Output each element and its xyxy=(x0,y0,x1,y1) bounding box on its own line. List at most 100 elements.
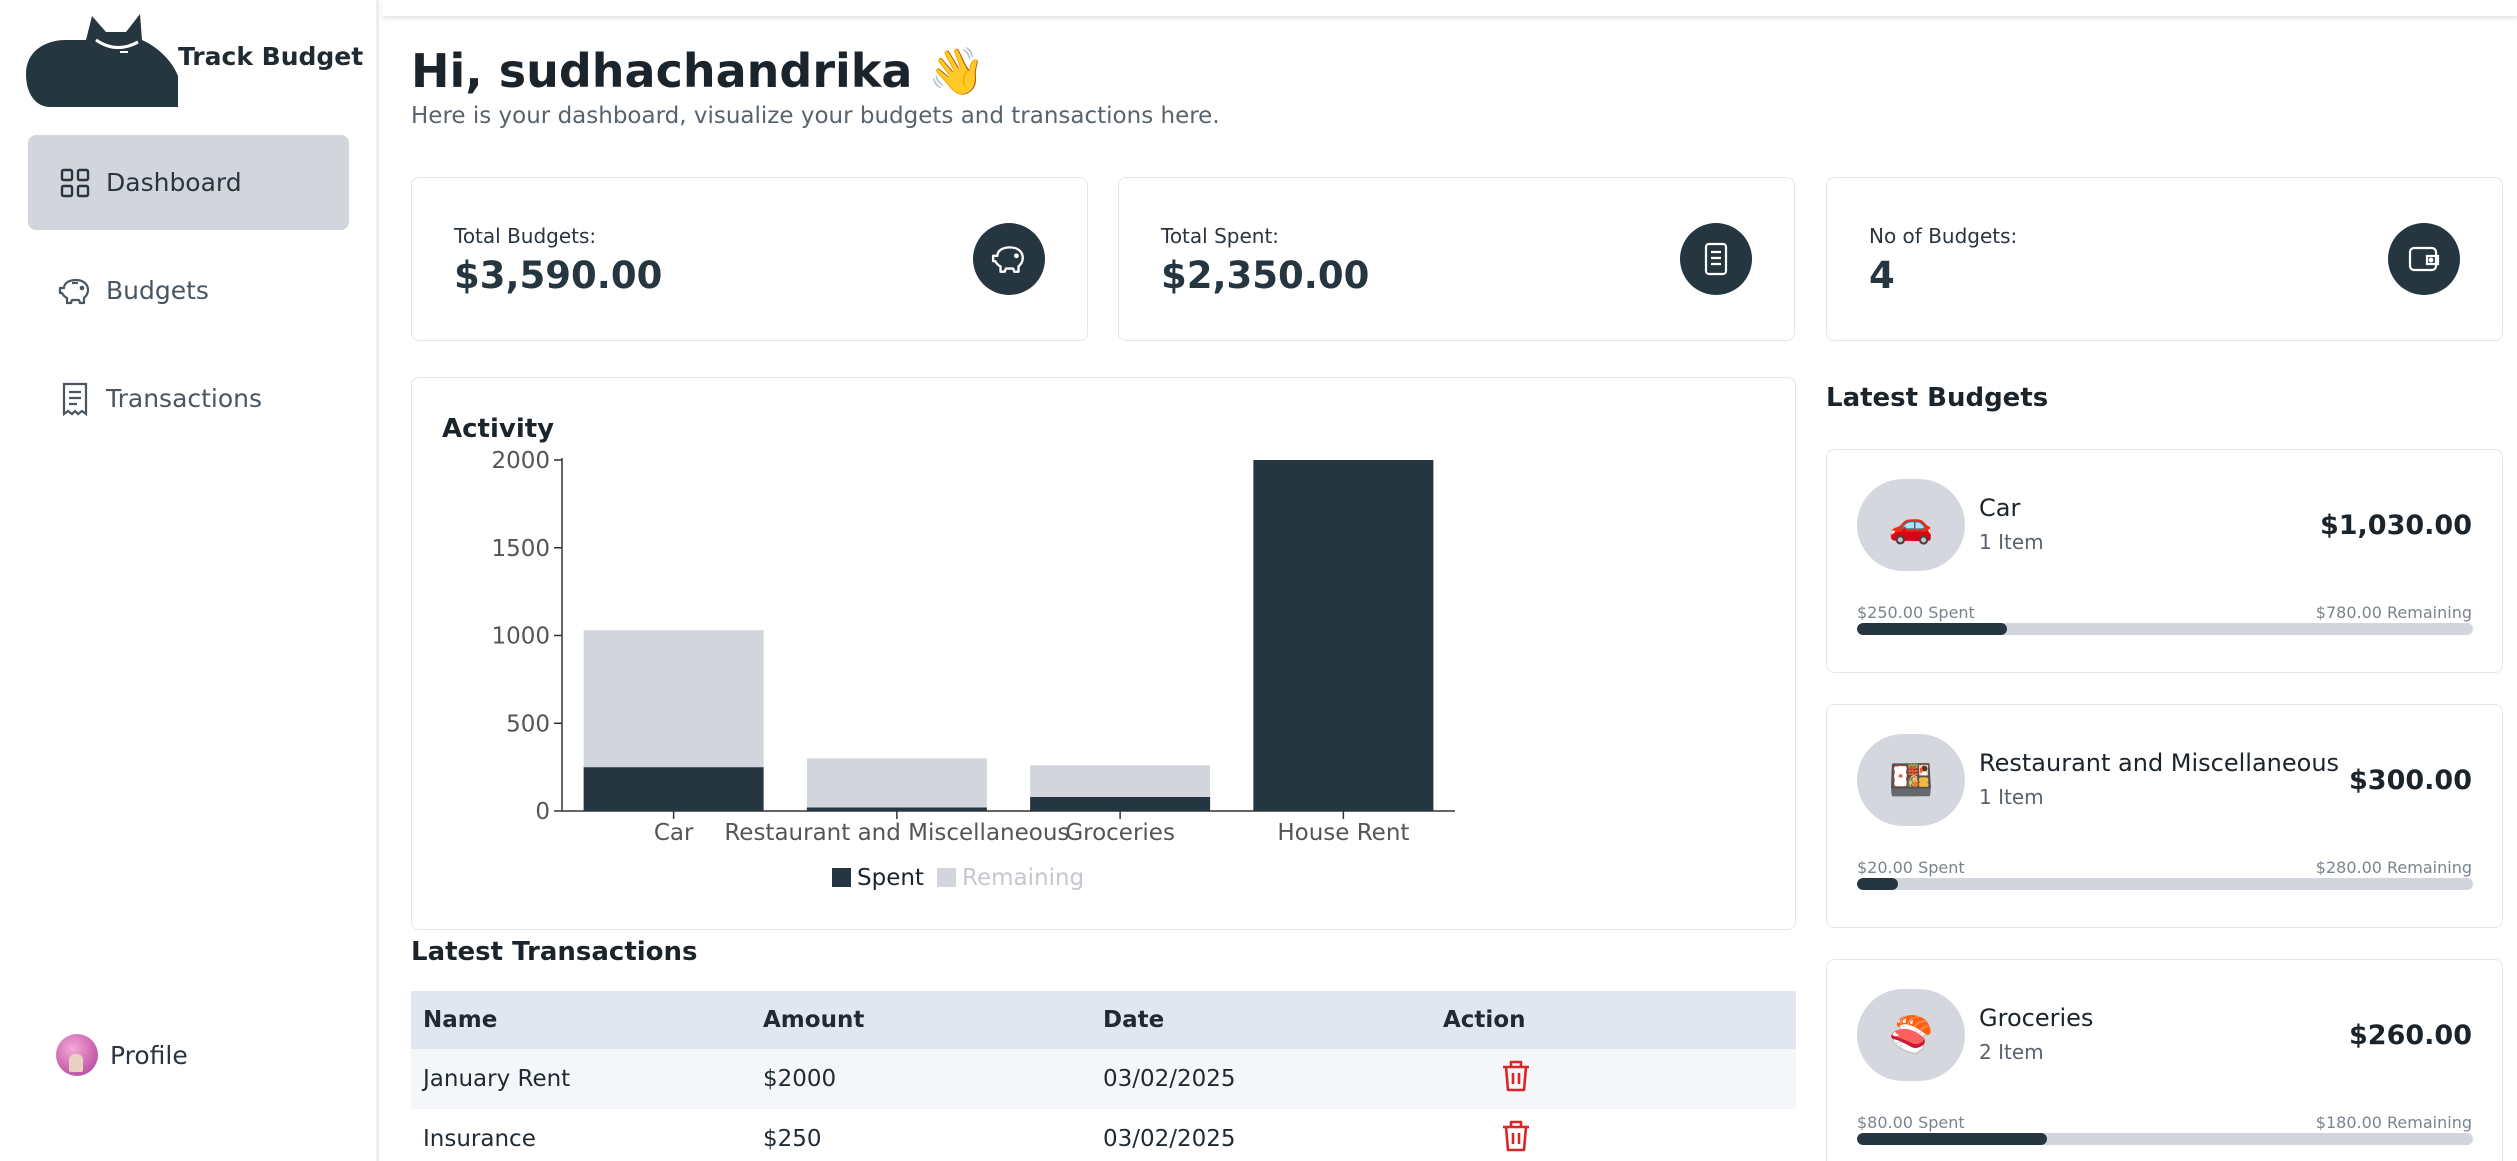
x-tick-label: Groceries xyxy=(1065,820,1175,846)
budget-progress-bar xyxy=(1857,878,2473,890)
dashboard-grid-icon xyxy=(58,166,92,200)
sushi-icon: 🍣 xyxy=(1857,989,1965,1081)
brand[interactable]: Track Budget xyxy=(26,12,366,107)
tx-name: January Rent xyxy=(411,1049,751,1109)
column-header: Action xyxy=(1431,991,1796,1049)
budget-remaining: $780.00 Remaining xyxy=(2315,603,2472,622)
budget-remaining: $280.00 Remaining xyxy=(2315,858,2472,877)
y-tick-label: 1500 xyxy=(491,536,550,562)
stat-value: 4 xyxy=(1869,254,1895,297)
y-tick-label: 0 xyxy=(535,799,550,825)
sidebar-item-label: Dashboard xyxy=(106,168,242,197)
activity-chart: 0 500 1000 1500 2000 Car Restaurant and Miscel… xyxy=(491,448,1455,891)
top-bar xyxy=(382,0,2517,16)
x-tick-label: House Rent xyxy=(1277,820,1409,846)
budget-card-groceries[interactable]: 🍣 Groceries 2 Item $260.00 $80.00 Spent … xyxy=(1826,959,2503,1161)
tx-action xyxy=(1431,1109,1796,1161)
x-tick-label: Car xyxy=(654,820,694,846)
budget-item-count: 1 Item xyxy=(1979,785,2044,809)
receipt-icon xyxy=(1680,223,1752,295)
table-row: January Rent $2000 03/02/2025 xyxy=(411,1049,1796,1109)
stat-card-no-of-budgets: No of Budgets: 4 xyxy=(1826,177,2503,341)
sidebar-item-label: Transactions xyxy=(106,384,263,413)
budget-amount: $300.00 xyxy=(2349,765,2472,796)
budget-spent: $80.00 Spent xyxy=(1857,1113,1965,1132)
bar-remaining xyxy=(806,758,987,808)
stat-label: Total Budgets: xyxy=(454,224,597,248)
cat-logo-icon xyxy=(26,14,178,107)
budget-progress-fill xyxy=(1857,623,2007,635)
bar-spent xyxy=(806,807,987,811)
budget-progress-bar xyxy=(1857,623,2473,635)
wallet-icon xyxy=(2388,223,2460,295)
table-row: Insurance $250 03/02/2025 xyxy=(411,1109,1796,1161)
column-header: Date xyxy=(1091,991,1431,1049)
bar-remaining xyxy=(1030,765,1211,797)
delete-trash-icon[interactable] xyxy=(1501,1059,1531,1099)
tx-name: Insurance xyxy=(423,1126,536,1152)
x-tick-label: Restaurant and Miscellaneous xyxy=(724,820,1069,846)
profile-label: Profile xyxy=(110,1040,188,1070)
tx-amount: $2000 xyxy=(751,1049,1091,1109)
tx-action xyxy=(1431,1049,1796,1109)
piggy-bank-icon xyxy=(973,223,1045,295)
budget-progress-bar xyxy=(1857,1133,2473,1145)
tx-date: 03/02/2025 xyxy=(1091,1049,1431,1109)
stat-value: $2,350.00 xyxy=(1161,254,1370,297)
stat-label: No of Budgets: xyxy=(1869,224,2018,248)
tx-date: 03/02/2025 xyxy=(1103,1126,1236,1152)
transactions-title: Latest Transactions xyxy=(411,937,698,967)
transactions-table: Name Amount Date Action January Rent $20… xyxy=(411,991,1796,1161)
page-subtitle: Here is your dashboard, visualize your b… xyxy=(411,103,1220,129)
budget-spent: $20.00 Spent xyxy=(1857,858,1965,877)
budget-item-count: 2 Item xyxy=(1979,1040,2044,1064)
sidebar-item-budgets[interactable]: Budgets xyxy=(28,243,349,338)
budget-card-car[interactable]: 🚗 Car 1 Item $1,030.00 $250.00 Spent $78… xyxy=(1826,449,2503,673)
budget-progress-fill xyxy=(1857,1133,2047,1145)
car-icon: 🚗 xyxy=(1857,479,1965,571)
sidebar-item-dashboard[interactable]: Dashboard xyxy=(28,135,349,230)
bento-box-icon: 🍱 xyxy=(1857,734,1965,826)
y-tick-label: 1000 xyxy=(491,624,550,650)
column-header: Name xyxy=(411,991,751,1049)
legend-swatch xyxy=(937,868,956,887)
brand-name: Track Budget xyxy=(178,42,364,71)
delete-trash-icon[interactable] xyxy=(1501,1119,1531,1159)
bar-spent xyxy=(583,767,764,811)
sidebar-item-transactions[interactable]: Transactions xyxy=(28,351,349,446)
tx-amount: $250 xyxy=(763,1126,822,1152)
profile-link[interactable]: Profile xyxy=(56,1034,188,1076)
y-tick-label: 500 xyxy=(506,711,550,737)
legend-swatch xyxy=(832,868,851,887)
sidebar-item-label: Budgets xyxy=(106,276,209,305)
bar-spent xyxy=(1030,796,1211,811)
latest-budgets-title: Latest Budgets xyxy=(1826,383,2049,413)
activity-card: 0 500 1000 1500 2000 Car Restaurant and Miscel… xyxy=(411,377,1796,930)
stat-value: $3,590.00 xyxy=(454,254,663,297)
chart-title: Activity xyxy=(442,414,555,444)
budget-name: Car xyxy=(1979,494,2021,522)
legend-label: Remaining xyxy=(962,865,1084,891)
stat-card-total-budgets: Total Budgets: $3,590.00 xyxy=(411,177,1088,341)
page-title: Hi, sudhachandrika 👋 xyxy=(411,44,986,98)
budget-card-restaurant[interactable]: 🍱 Restaurant and Miscellaneous 1 Item $3… xyxy=(1826,704,2503,928)
column-header: Amount xyxy=(751,991,1091,1049)
stat-card-total-spent: Total Spent: $2,350.00 xyxy=(1118,177,1795,341)
y-tick-label: 2000 xyxy=(491,448,550,474)
table-header-row: Name Amount Date Action xyxy=(411,991,1796,1049)
budget-remaining: $180.00 Remaining xyxy=(2315,1113,2472,1132)
stat-label: Total Spent: xyxy=(1161,224,1280,248)
budget-progress-fill xyxy=(1857,878,1899,890)
receipt-icon xyxy=(58,382,92,416)
budget-name: Groceries xyxy=(1979,1004,2094,1032)
budget-name: Restaurant and Miscellaneous xyxy=(1979,749,2340,777)
bar-spent xyxy=(1253,460,1434,811)
legend-label: Spent xyxy=(857,865,924,891)
sidebar: Track Budget Dashboard Budgets Transacti… xyxy=(0,0,379,1161)
piggy-bank-icon xyxy=(58,274,92,308)
budget-spent: $250.00 Spent xyxy=(1857,603,1975,622)
avatar xyxy=(56,1034,98,1076)
bar-remaining xyxy=(583,630,764,768)
budget-item-count: 1 Item xyxy=(1979,530,2044,554)
budget-amount: $260.00 xyxy=(2349,1020,2472,1051)
